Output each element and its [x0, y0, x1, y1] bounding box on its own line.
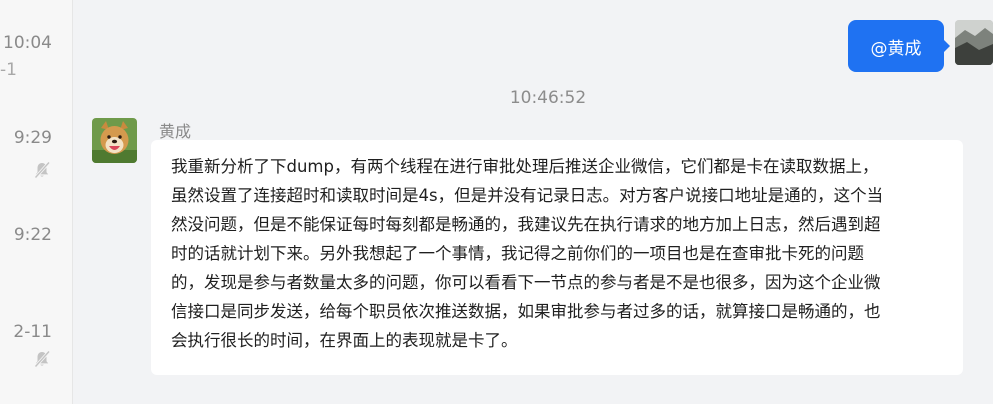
bell-muted-icon [34, 161, 51, 179]
session-list-strip: 10:04 -1 9:29 9:22 2-11 [0, 0, 73, 404]
avatar-image [955, 20, 993, 65]
message-line: 虽然设置了连接超时和读取时间是4s，但是并没有记录日志。对方客户说接口地址是通的… [171, 186, 884, 205]
sender-name: 黄成 [159, 122, 192, 141]
message-line: 的，发现是参与者数量太多的问题，你可以看看下一节点的参与者是不是也很多，因为这个… [171, 273, 881, 292]
session-time[interactable]: 9:29 [14, 128, 52, 148]
session-time[interactable]: 2-11 [13, 322, 52, 342]
message-line: 会执行很长的时间，在界面上的表现就是卡了。 [171, 331, 518, 350]
message-line: 我重新分析了下dump，有两个线程在进行审批处理后推送企业微信，它们都是卡在读取… [171, 157, 879, 176]
session-unread-count: -1 [0, 60, 17, 80]
bell-muted-icon [34, 350, 51, 368]
dog-avatar-image [92, 118, 137, 163]
chat-panel: @黄成 10:46:52 黄成 我重新分析了下dump，有两个线程在进行审批处理… [73, 0, 993, 404]
message-line: 然没问题，但是不能保证每时每刻都是畅通的，我建议先在执行请求的地方加上日志，然后… [171, 215, 881, 234]
message-line: 信接口是同步发送，给每个职员依次推送数据，如果审批参与者过多的话，就算接口是畅通… [171, 302, 881, 321]
message-timestamp: 10:46:52 [509, 88, 587, 108]
sent-message-bubble[interactable]: @黄成 [848, 20, 950, 72]
peer-avatar[interactable] [92, 118, 137, 163]
message-line: 时的话就计划下来。另外我想起了一个事情，我记得之前你们的一项目也是在查审批卡死的… [171, 244, 864, 263]
session-time[interactable]: 10:04 [3, 33, 52, 53]
received-message-bubble[interactable]: 我重新分析了下dump，有两个线程在进行审批处理后推送企业微信，它们都是卡在读取… [151, 140, 963, 375]
sent-message-text: @黄成 [870, 38, 922, 59]
my-avatar[interactable] [955, 20, 993, 65]
session-time[interactable]: 9:22 [14, 225, 52, 245]
